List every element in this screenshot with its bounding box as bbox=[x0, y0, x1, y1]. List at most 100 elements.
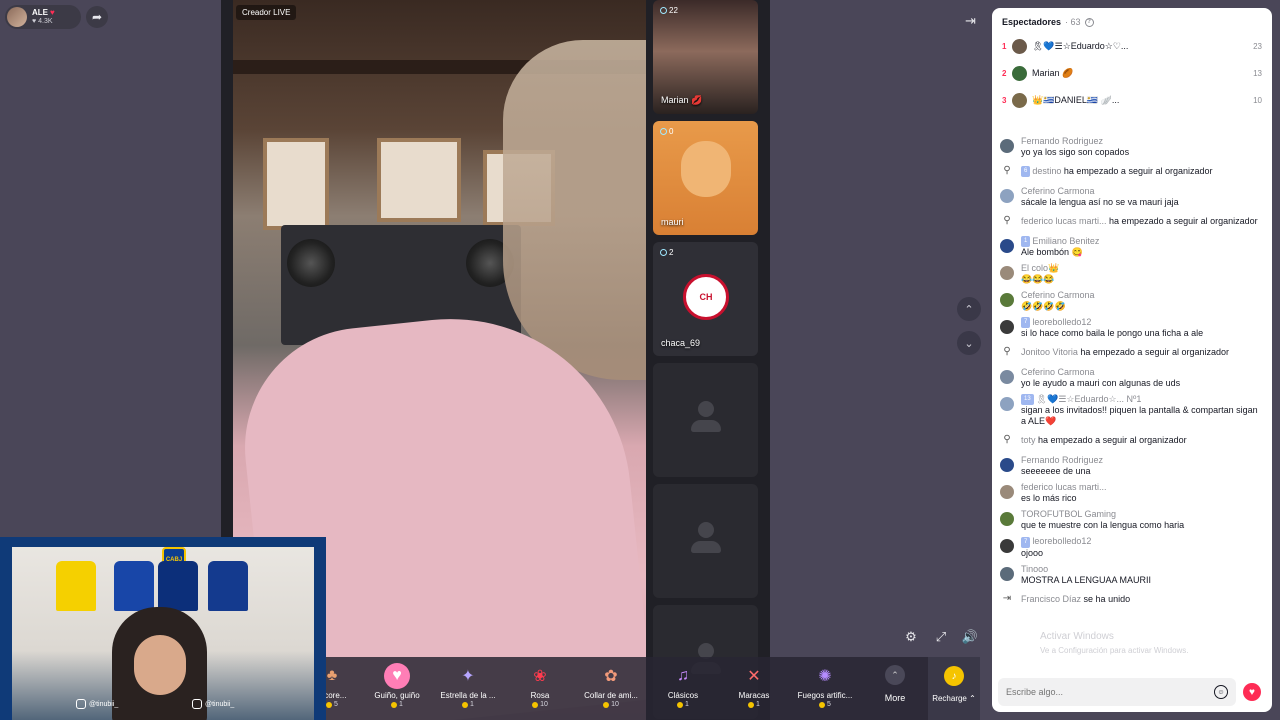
chat-message: Fernando Rodriguez seeeeeee de una bbox=[992, 455, 1272, 477]
follow-icon: ⚲ bbox=[1003, 165, 1011, 176]
host-name: ALE bbox=[32, 8, 48, 17]
instagram-handle: @tinubii_ bbox=[76, 699, 118, 709]
star-icon: ✦ bbox=[461, 668, 475, 685]
chat-username[interactable]: Ceferino Carmona bbox=[1021, 186, 1095, 196]
top-viewer-row[interactable]: 3 👑🇺🇾DANIEL🇺🇾 🪽... 10 bbox=[992, 87, 1272, 114]
avatar bbox=[1012, 93, 1027, 108]
recharge-button[interactable]: ♪ Recharge ⌃ bbox=[928, 657, 980, 720]
settings-icon[interactable]: ⚙ bbox=[901, 627, 921, 647]
chat-username[interactable]: Emiliano Benitez bbox=[1032, 236, 1099, 246]
avatar[interactable] bbox=[1000, 139, 1014, 153]
empty-guest-slot[interactable] bbox=[653, 363, 758, 477]
chat-username[interactable]: Ceferino Carmona bbox=[1021, 367, 1095, 377]
chat-input-row: ☺ bbox=[998, 678, 1236, 706]
chat-message: Fernando Rodriguez yo ya los sigo son cop… bbox=[992, 136, 1272, 158]
avatar bbox=[1012, 39, 1027, 54]
notice-text: ha empezado a seguir al organizador bbox=[1109, 216, 1258, 226]
guest-tile[interactable]: 22 Marian 💋 bbox=[653, 0, 758, 114]
follow-notice: ⚲ Jonitoo Vitoria ha empezado a seguir al… bbox=[992, 344, 1272, 362]
person-icon bbox=[690, 401, 722, 437]
host-chip[interactable]: ALE ♥ ♥ 4.3K bbox=[5, 5, 81, 29]
viewer-icon bbox=[660, 249, 667, 256]
collapse-panel-icon[interactable]: ⇥ bbox=[965, 13, 976, 29]
avatar[interactable] bbox=[1000, 370, 1014, 385]
avatar[interactable] bbox=[1000, 458, 1014, 473]
chat-username[interactable]: Jonitoo Vitoria bbox=[1021, 347, 1078, 357]
guest-tile[interactable]: 2 CH chaca_69 bbox=[653, 242, 758, 356]
avatar[interactable] bbox=[1000, 320, 1014, 335]
follow-notice: ⚲ federico lucas marti... ha empezado a s… bbox=[992, 213, 1272, 231]
host-likes: ♥ 4.3K bbox=[32, 18, 53, 25]
chat-username[interactable]: toty bbox=[1021, 435, 1036, 445]
follow-icon: ⚲ bbox=[1003, 346, 1011, 358]
chat-username[interactable]: Francisco Díaz bbox=[1021, 594, 1081, 604]
gift-item[interactable]: ♫ Clásicos 1 bbox=[647, 657, 719, 708]
notice-text: ha empezado a seguir al organizador bbox=[1063, 166, 1213, 176]
chat-text: es lo más rico bbox=[1021, 493, 1077, 504]
gift-item[interactable]: ✿ Collar de ami... 10 bbox=[575, 657, 647, 708]
notice-text: ha empezado a seguir al organizador bbox=[1080, 347, 1229, 358]
follow-notice: ⚲ toty ha empezado a seguir al organizado… bbox=[992, 432, 1272, 450]
chat-message: Ceferino Carmona 🤣🤣🤣🤣 bbox=[992, 290, 1272, 312]
chat-username[interactable]: leorebolledo12 bbox=[1032, 317, 1091, 327]
emoji-icon[interactable]: ☺ bbox=[1214, 685, 1228, 699]
more-gifts-button[interactable]: ⌃ More bbox=[875, 665, 915, 703]
join-icon: ⇥ bbox=[1002, 592, 1012, 604]
avatar[interactable] bbox=[1000, 239, 1014, 253]
avatar[interactable] bbox=[1000, 539, 1014, 554]
empty-guest-slot[interactable] bbox=[653, 484, 758, 598]
chat-username[interactable]: Fernando Rodriguez bbox=[1021, 455, 1103, 465]
chat-username[interactable]: destino bbox=[1032, 166, 1061, 176]
heart-icon: ♥ bbox=[50, 8, 55, 17]
heart-icon[interactable]: ♥ bbox=[1243, 683, 1261, 701]
avatar[interactable] bbox=[1000, 293, 1014, 308]
chat-username[interactable]: TOROFUTBOL Gaming bbox=[1021, 509, 1116, 519]
gift-item[interactable]: ✺ Fuegos artific... 5 bbox=[789, 657, 861, 708]
gift-item[interactable]: ❀ Rosa 10 bbox=[504, 657, 576, 708]
panel-title: Espectadores bbox=[1002, 17, 1062, 27]
avatar[interactable] bbox=[1000, 266, 1014, 281]
avatar bbox=[1012, 66, 1027, 81]
avatar[interactable] bbox=[1000, 189, 1014, 203]
chat-message: Ceferino Carmona yo le ayudo a mauri con … bbox=[992, 367, 1272, 389]
avatar[interactable] bbox=[1000, 485, 1014, 500]
gift-item[interactable]: ♥ Guiño, guiño 1 bbox=[361, 657, 433, 708]
volume-icon[interactable]: 🔊 bbox=[960, 627, 980, 647]
notice-text: se ha unido bbox=[1083, 593, 1131, 604]
top-viewer-row[interactable]: 2 Marian 🏉 13 bbox=[992, 60, 1272, 87]
instagram-handle: @tinubii_ bbox=[192, 699, 234, 709]
chat-username[interactable]: El colo👑 bbox=[1021, 263, 1059, 273]
info-icon[interactable]: ? bbox=[1084, 17, 1094, 27]
chat-username[interactable]: leorebolledo12 bbox=[1032, 536, 1091, 546]
rose-icon: ❀ bbox=[533, 668, 547, 685]
chat-text: yo le ayudo a mauri con algunas de uds bbox=[1021, 378, 1181, 389]
top-viewer-row[interactable]: 1 🎗💙☰☆Eduardo☆♡... 23 bbox=[992, 33, 1272, 60]
chat-text: ojooo bbox=[1021, 547, 1044, 558]
share-icon[interactable]: ➦ bbox=[86, 6, 108, 28]
level-badge: 7 bbox=[1021, 536, 1031, 548]
chat-input[interactable] bbox=[1006, 687, 1214, 697]
chat-username[interactable]: federico lucas marti... bbox=[1021, 216, 1107, 226]
avatar[interactable] bbox=[1000, 566, 1014, 581]
chat-username[interactable]: Fernando Rodriguez bbox=[1021, 136, 1103, 146]
rank-number: 2 bbox=[1002, 69, 1007, 78]
chat-message: Ceferino Carmona sácale la lengua así no … bbox=[992, 186, 1272, 208]
photo-frame bbox=[377, 138, 461, 222]
gift-item[interactable]: ✕ Maracas 1 bbox=[718, 657, 790, 708]
chat-username[interactable]: 🎗💙☰☆Eduardo☆... Nº1 bbox=[1036, 394, 1142, 404]
chat-username[interactable]: Ceferino Carmona bbox=[1021, 290, 1095, 300]
chat-username[interactable]: Tinooo bbox=[1021, 564, 1048, 574]
scroll-up-icon[interactable]: ⌃ bbox=[957, 297, 981, 321]
gift-item[interactable]: ✦ Estrella de la ... 1 bbox=[432, 657, 504, 708]
viewer-count: · 63 bbox=[1065, 17, 1081, 27]
chat-username[interactable]: federico lucas marti... bbox=[1021, 482, 1107, 492]
viewer-name: 👑🇺🇾DANIEL🇺🇾 🪽... bbox=[1032, 95, 1120, 105]
avatar[interactable] bbox=[1000, 512, 1014, 527]
scroll-down-icon[interactable]: ⌄ bbox=[957, 331, 981, 355]
chat-text: MOSTRA LA LENGUAA MAURII bbox=[1021, 574, 1152, 585]
avatar[interactable] bbox=[1000, 397, 1014, 412]
fullscreen-icon[interactable]: ⤢ bbox=[931, 627, 951, 647]
guest-tile[interactable]: 0 mauri bbox=[653, 121, 758, 235]
viewer-score: 10 bbox=[1253, 96, 1262, 105]
follow-notice: ⚲ 6 destino ha empezado a seguir al organi… bbox=[992, 163, 1272, 181]
